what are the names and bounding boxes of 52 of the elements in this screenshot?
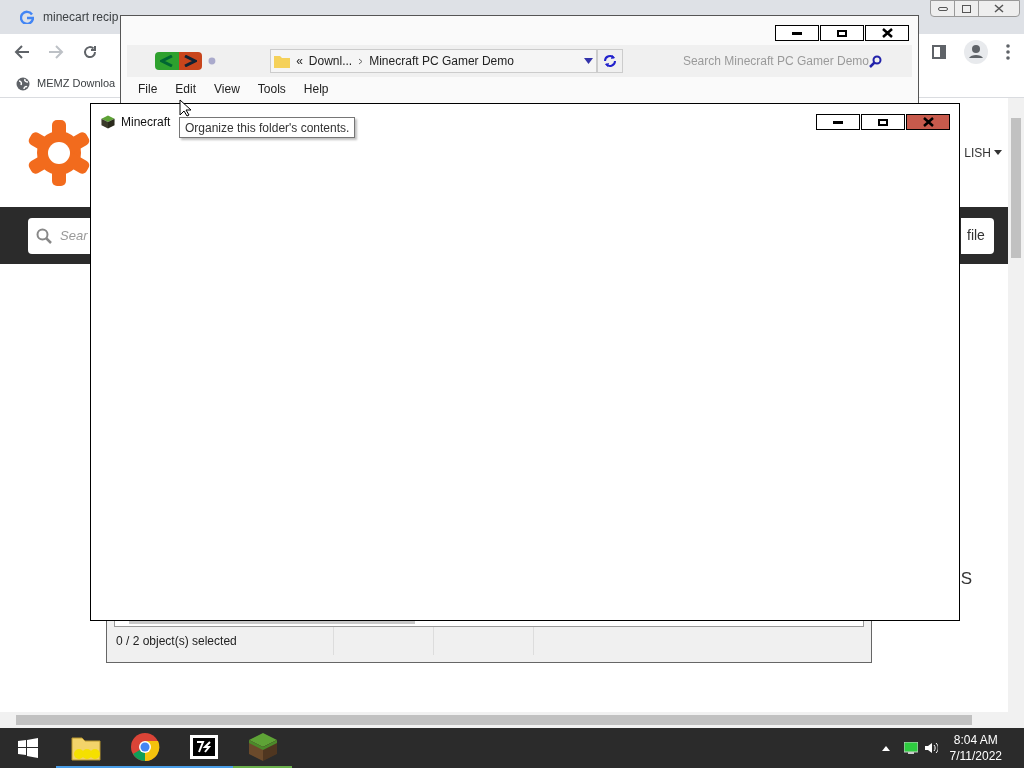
globe-icon [16, 76, 30, 91]
back-icon[interactable] [14, 45, 30, 59]
windows-logo-icon [18, 738, 38, 758]
status-text: 0 / 2 object(s) selected [114, 627, 334, 655]
window-title: Minecraft [121, 114, 171, 131]
vertical-scrollbar[interactable] [1008, 98, 1024, 728]
archive-icon[interactable] [188, 734, 219, 760]
caret-icon [994, 150, 1002, 155]
side-panel-icon[interactable] [932, 45, 946, 59]
upload-button[interactable]: file [961, 217, 994, 254]
minimize-button[interactable] [775, 25, 819, 41]
menu-item[interactable]: Help [303, 80, 329, 98]
menu-item[interactable]: Tools [257, 80, 286, 98]
search-icon [869, 54, 882, 68]
chrome-icon[interactable] [129, 732, 160, 762]
maximize-button[interactable] [820, 25, 864, 41]
breadcrumb-item[interactable]: Minecraft PC Gamer Demo [369, 52, 514, 70]
profile-icon[interactable] [964, 40, 988, 64]
breadcrumb-item[interactable]: « [296, 52, 303, 70]
forward-button[interactable] [178, 52, 203, 70]
grass-block-icon [101, 115, 115, 129]
minimize-button[interactable] [816, 114, 860, 130]
clock[interactable]: 8:04 AM 7/11/2022 [949, 732, 1002, 764]
bookmark[interactable]: MEMZ Downloa [16, 75, 116, 92]
google-icon [20, 10, 34, 24]
close-button[interactable] [865, 25, 909, 41]
menu-icon[interactable] [1006, 44, 1010, 60]
refresh-icon [603, 54, 618, 68]
menu-item[interactable]: File [138, 80, 158, 98]
horizontal-scrollbar[interactable] [0, 712, 1008, 728]
menu-item[interactable]: Edit [175, 80, 197, 98]
monitor-icon[interactable] [903, 742, 918, 754]
tooltip: Organize this folder's contents. [179, 117, 356, 138]
speaker-icon[interactable] [923, 742, 938, 754]
refresh-button[interactable] [597, 49, 623, 73]
browser-tab[interactable]: minecart recip [16, 6, 119, 28]
dropdown-arrow-icon[interactable] [584, 58, 594, 64]
folder-icon [274, 54, 291, 68]
breadcrumb-item[interactable]: Downl... [308, 52, 353, 70]
maximize-button[interactable] [861, 114, 905, 130]
reload-icon[interactable] [82, 44, 98, 60]
grass-block-icon[interactable] [247, 732, 278, 762]
chevron-icon [358, 57, 364, 65]
close-icon [922, 117, 934, 127]
close-icon [994, 4, 1004, 13]
menu-item[interactable]: View [214, 80, 240, 98]
close-icon [881, 28, 893, 38]
address-bar[interactable]: « Downl... Minecraft PC Gamer Demo [270, 49, 598, 73]
heading-text: S [960, 568, 972, 588]
tray-arrow-icon[interactable] [881, 745, 890, 751]
search-icon [36, 227, 52, 244]
language-selector[interactable]: LISH [964, 143, 1002, 162]
